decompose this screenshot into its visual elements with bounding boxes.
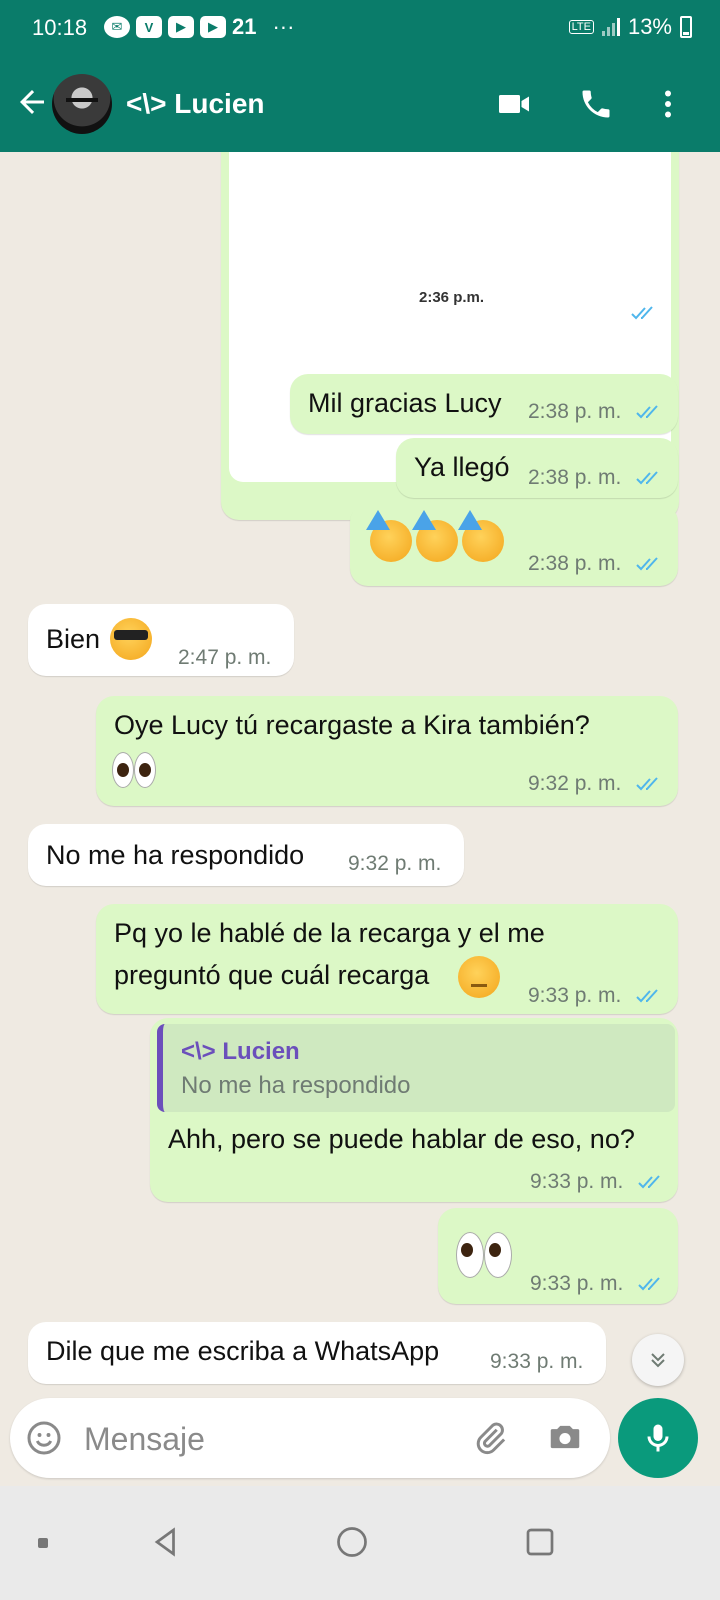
message-time: 2:38 p. m. — [528, 400, 622, 423]
partying-face-emojis — [366, 510, 504, 562]
chat-area[interactable]: 2:36 p.m. 2:38 p. m. Mil gracias Lucy 2:… — [0, 152, 720, 1408]
sunglasses-face-emoji — [110, 618, 152, 660]
quoted-message[interactable]: <\> Lucien No me ha respondido — [157, 1024, 675, 1112]
message-bubble-incoming[interactable]: No me ha respondido 9:32 p. m. — [28, 824, 464, 886]
read-receipt-icon — [638, 1277, 660, 1291]
battery-percent: 13% — [627, 14, 672, 39]
status-bar: 10:18 ✉ V ▶ ▶ 21 ··· LTE 13% — [0, 0, 720, 56]
message-time: 2:38 p. m. — [528, 552, 622, 575]
partying-face-emoji — [366, 510, 412, 562]
read-receipt-icon — [636, 989, 658, 1003]
read-receipt-icon — [636, 777, 658, 791]
message-bubble-outgoing[interactable]: Mil gracias Lucy 2:38 p. m. — [290, 374, 678, 434]
microphone-icon — [647, 1424, 669, 1452]
youtube-icon: ▶ — [200, 16, 226, 38]
quoted-text: No me ha respondido — [181, 1072, 411, 1099]
avatar[interactable] — [52, 74, 112, 134]
partying-face-emoji — [412, 510, 458, 562]
message-bubble-incoming[interactable]: Bien 2:47 p. m. — [28, 604, 294, 676]
messenger-icon: ✉ — [104, 16, 130, 38]
message-time: 2:47 p. m. — [178, 646, 272, 669]
double-chevron-down-icon — [651, 1353, 665, 1368]
notification-icons: ✉ V ▶ ▶ 21 ··· — [104, 14, 294, 40]
message-time: 9:32 p. m. — [528, 772, 622, 795]
signal-icon — [601, 18, 620, 36]
status-time: 10:18 — [32, 15, 88, 40]
hushed-face-emoji — [458, 956, 500, 998]
back-nav-icon[interactable] — [148, 1524, 184, 1560]
lte-icon: LTE — [568, 20, 594, 34]
message-bubble-outgoing[interactable]: Pq yo le hablé de la recarga y el me pre… — [96, 904, 678, 1014]
message-time: 2:38 p. m. — [524, 300, 627, 326]
message-time: 2:38 p. m. — [528, 466, 622, 489]
read-receipt-icon — [636, 405, 658, 419]
system-navigation-bar — [0, 1486, 720, 1600]
home-nav-icon[interactable] — [334, 1524, 370, 1560]
partying-face-emoji — [458, 510, 504, 562]
message-text: Bien — [46, 624, 101, 654]
message-bubble-outgoing[interactable]: 9:33 p. m. — [438, 1208, 678, 1304]
more-notifications-icon: ··· — [272, 14, 295, 39]
message-bubble-outgoing[interactable]: 2:38 p. m. — [350, 504, 678, 586]
nav-dot-icon[interactable] — [38, 1538, 48, 1548]
message-bubble-outgoing[interactable]: Oye Lucy tú recargaste a Kira también? 9… — [96, 696, 678, 806]
message-text-line: Pq yo le hablé de la recarga y el me — [114, 918, 545, 948]
attach-icon[interactable] — [472, 1420, 508, 1456]
camera-icon[interactable] — [546, 1418, 584, 1456]
battery-icon — [680, 16, 692, 38]
message-time: 9:33 p. m. — [528, 984, 622, 1007]
message-bubble-incoming[interactable]: Dile que me escriba a WhatsApp 9:33 p. m… — [28, 1322, 606, 1384]
message-text: Dile que me escriba a WhatsApp — [46, 1336, 440, 1366]
back-arrow-icon[interactable] — [14, 84, 50, 120]
read-receipt-icon — [638, 1175, 660, 1189]
message-bubble-outgoing[interactable]: Ya llegó 2:38 p. m. — [396, 438, 678, 498]
contact-name[interactable]: <\> Lucien — [126, 88, 265, 120]
video-call-icon[interactable] — [494, 86, 534, 122]
phone-call-icon[interactable] — [576, 86, 616, 122]
youtube-icon: ▶ — [168, 16, 194, 38]
eyes-emoji — [112, 750, 156, 790]
read-receipt-icon — [631, 306, 653, 320]
quoted-sender: <\> Lucien — [181, 1038, 300, 1065]
message-time: 9:33 p. m. — [490, 1350, 584, 1373]
message-text-line: preguntó que cuál recarga — [114, 960, 430, 990]
chat-header: <\> Lucien — [0, 56, 720, 152]
app-21-icon: 21 — [232, 14, 257, 39]
message-time: 9:33 p. m. — [530, 1170, 624, 1193]
message-text: Ya llegó — [414, 452, 510, 482]
message-text: No me ha respondido — [46, 840, 305, 870]
message-text: Ahh, pero se puede hablar de eso, no? — [168, 1124, 635, 1154]
message-composer — [10, 1398, 610, 1478]
voice-message-button[interactable] — [618, 1398, 698, 1478]
recents-nav-icon[interactable] — [522, 1524, 558, 1560]
more-options-icon[interactable] — [648, 86, 688, 122]
eyes-emoji — [456, 1230, 512, 1278]
read-receipt-icon — [636, 471, 658, 485]
scroll-to-bottom-button[interactable] — [632, 1334, 684, 1386]
message-text: Mil gracias Lucy — [308, 388, 502, 418]
image-caption-time: 2:36 p.m. — [419, 289, 485, 306]
message-text: Oye Lucy tú recargaste a Kira también? — [114, 710, 590, 740]
emoji-icon[interactable] — [26, 1420, 62, 1456]
message-time: 9:33 p. m. — [530, 1272, 624, 1295]
message-time: 9:32 p. m. — [348, 852, 442, 875]
app-v-icon: V — [136, 16, 162, 38]
message-input[interactable] — [82, 1414, 446, 1464]
read-receipt-icon — [636, 557, 658, 571]
